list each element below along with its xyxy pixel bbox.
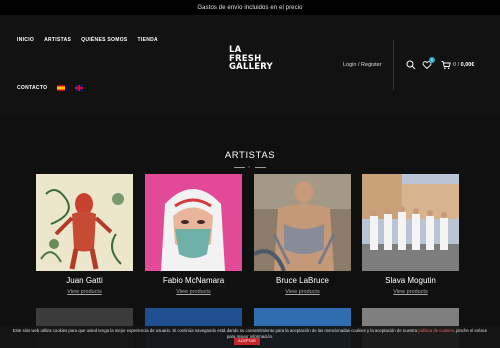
view-products-link[interactable]: View products xyxy=(145,289,242,295)
nav-item-quienes-somos[interactable]: QUIÉNES SOMOS xyxy=(81,37,127,43)
header-divider xyxy=(393,40,394,90)
artist-image[interactable] xyxy=(362,174,459,271)
site-logo[interactable]: LA FRESH GALLERY xyxy=(229,46,273,72)
search-icon[interactable] xyxy=(406,60,416,70)
cart-total: 0,00€ xyxy=(460,62,475,68)
nav-item-inicio[interactable]: INICIO xyxy=(17,37,34,43)
artist-image[interactable] xyxy=(145,174,242,271)
title-divider: × xyxy=(234,164,266,169)
artist-card-bruce-labruce[interactable]: Bruce LaBruce View products xyxy=(254,174,351,295)
shipping-announcement-bar: Gastos de envío incluidos en el precio xyxy=(0,0,500,15)
artist-image[interactable] xyxy=(36,174,133,271)
artist-name[interactable]: Bruce LaBruce xyxy=(254,276,351,285)
artist-card-fabio-mcnamara[interactable]: Fabio McNamara View products xyxy=(145,174,242,295)
section-title: ARTISTAS xyxy=(224,150,276,161)
secondary-nav: CONTACTO xyxy=(17,85,84,91)
nav-item-tienda[interactable]: TIENDA xyxy=(138,37,158,43)
view-products-link[interactable]: View products xyxy=(36,289,133,295)
english-flag-icon[interactable] xyxy=(75,85,84,91)
cookie-policy-link[interactable]: política de cookies xyxy=(418,328,453,333)
artist-name[interactable]: Juan Gatti xyxy=(36,276,133,285)
accept-cookies-button[interactable]: ACEPTAR xyxy=(234,338,260,345)
nav-item-contacto[interactable]: CONTACTO xyxy=(17,85,47,91)
artist-name[interactable]: Fabio McNamara xyxy=(145,276,242,285)
wishlist-count-badge: 0 xyxy=(429,57,435,63)
artist-name[interactable]: Slava Mogutin xyxy=(362,276,459,285)
artist-card-slava-mogutin[interactable]: Slava Mogutin View products xyxy=(362,174,459,295)
artist-image[interactable] xyxy=(254,174,351,271)
view-products-link[interactable]: View products xyxy=(254,289,351,295)
cart-summary[interactable]: 0 / 0,00€ xyxy=(453,62,474,68)
main-nav: INICIO ARTISTAS QUIÉNES SOMOS TIENDA xyxy=(17,37,158,43)
nav-item-artistas[interactable]: ARTISTAS xyxy=(44,37,71,43)
view-products-link[interactable]: View products xyxy=(362,289,459,295)
spanish-flag-icon[interactable] xyxy=(57,85,66,91)
shipping-announcement-text: Gastos de envío incluidos en el precio xyxy=(197,4,303,11)
login-register-link[interactable]: Login / Register xyxy=(343,62,382,68)
artist-card-juan-gatti[interactable]: Juan Gatti View products xyxy=(36,174,133,295)
cart-icon[interactable] xyxy=(441,60,451,70)
